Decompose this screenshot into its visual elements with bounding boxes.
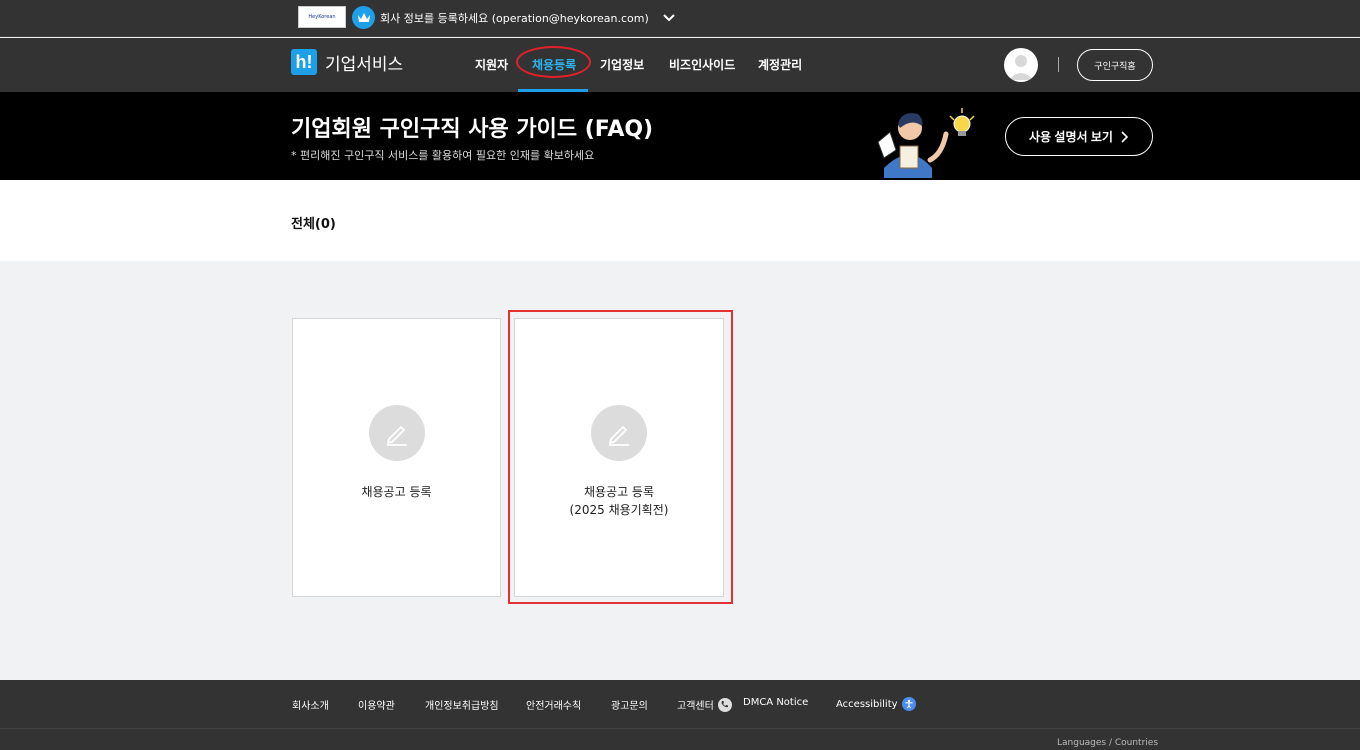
nav-item-company-info[interactable]: 기업정보 — [600, 56, 644, 73]
crown-icon — [352, 6, 375, 29]
footer-divider — [0, 728, 1360, 729]
brand-name: 기업서비스 — [325, 54, 404, 75]
footer-accessibility-label: Accessibility — [836, 698, 898, 710]
company-logo-text: HeyKorean — [308, 14, 336, 20]
nav-divider — [1058, 57, 1059, 72]
company-logo[interactable]: HeyKorean — [298, 6, 346, 28]
highlight-rectangle — [508, 310, 733, 604]
footer-privacy[interactable]: 개인정보취급방침 — [425, 697, 499, 712]
job-home-button[interactable]: 구인구직홈 — [1077, 49, 1153, 81]
accessibility-icon — [901, 697, 916, 711]
top-bar: HeyKorean 회사 정보를 등록하세요 (operation@heykor… — [0, 0, 1360, 37]
nav-item-account[interactable]: 계정관리 — [758, 56, 802, 73]
footer-terms[interactable]: 이용약관 — [358, 697, 395, 712]
banner-subtitle: * 편리해진 구인구직 서비스를 활용하여 필요한 인재를 확보하세요 — [291, 149, 595, 162]
banner-title: 기업회원 구인구직 사용 가이드 (FAQ) — [291, 117, 654, 142]
view-manual-button[interactable]: 사용 설명서 보기 — [1005, 117, 1153, 156]
footer-support-label: 고객센터 — [677, 701, 714, 712]
footer-ads[interactable]: 광고문의 — [611, 697, 648, 712]
filter-all-tab[interactable]: 전체(0) — [291, 213, 336, 232]
faq-banner: 기업회원 구인구직 사용 가이드 (FAQ) * 편리해진 구인구직 서비스를 … — [0, 92, 1360, 180]
card-label: 채용공고 등록 — [361, 485, 432, 499]
guide-illustration-icon — [877, 108, 975, 178]
card-register-job[interactable]: 채용공고 등록 — [292, 318, 501, 597]
chevron-down-icon[interactable] — [662, 10, 676, 24]
chevron-right-icon — [1121, 130, 1129, 143]
brand-icon: h! — [291, 49, 317, 75]
nav-item-applicants[interactable]: 지원자 — [475, 56, 508, 73]
nav-item-biz-inside[interactable]: 비즈인사이드 — [669, 56, 735, 73]
register-company-message[interactable]: 회사 정보를 등록하세요 (operation@heykorean.com) — [380, 10, 649, 26]
filter-section: 전체(0) — [0, 180, 1360, 261]
view-manual-label: 사용 설명서 보기 — [1029, 130, 1113, 144]
footer-accessibility[interactable]: Accessibility — [836, 697, 916, 711]
main-nav: h! 기업서비스 지원자 채용등록 기업정보 비즈인사이드 계정관리 구인구직홈 — [0, 38, 1360, 92]
languages-link[interactable]: Languages / Countries — [1057, 738, 1158, 748]
footer-dmca[interactable]: DMCA Notice — [743, 697, 808, 708]
avatar[interactable] — [1004, 48, 1038, 82]
footer-safe-trade[interactable]: 안전거래수칙 — [526, 697, 581, 712]
footer: 회사소개 이용약관 개인정보취급방침 안전거래수칙 광고문의 고객센터 DMCA… — [0, 680, 1360, 750]
highlight-ellipse — [516, 46, 591, 78]
footer-about[interactable]: 회사소개 — [292, 697, 329, 712]
footer-support[interactable]: 고객센터 — [677, 697, 732, 712]
brand-logo[interactable]: h! 기업서비스 — [291, 49, 403, 75]
phone-icon — [717, 697, 732, 712]
pencil-icon — [368, 405, 425, 461]
